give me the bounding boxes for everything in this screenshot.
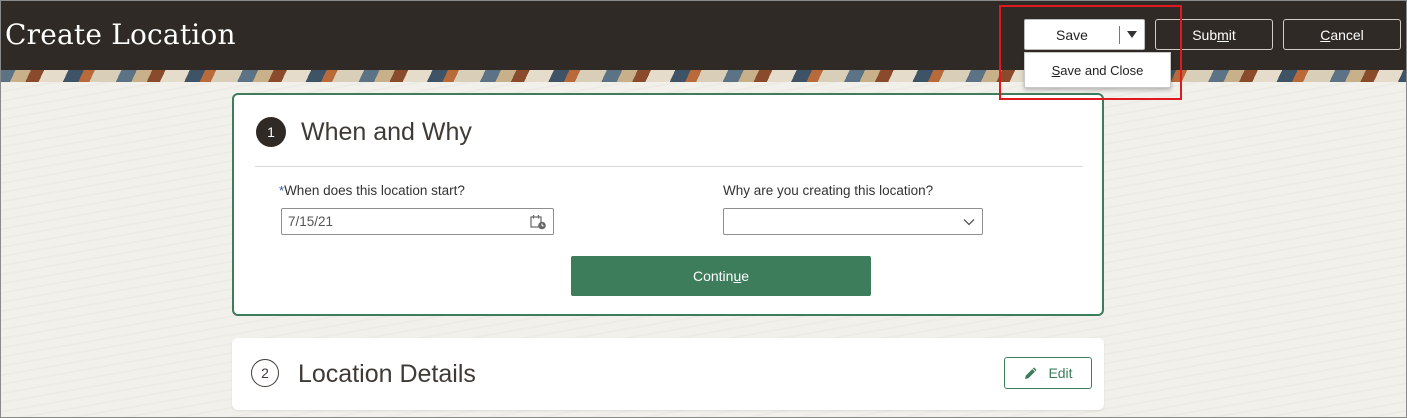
chevron-down-icon: [963, 218, 975, 225]
section-when-and-why: 1 When and Why *When does this location …: [232, 93, 1104, 316]
caret-down-icon: [1127, 30, 1137, 38]
edit-button-label: Edit: [1048, 365, 1073, 381]
pencil-icon: [1025, 367, 1038, 379]
section-title-when-and-why: When and Why: [301, 118, 472, 146]
continue-button[interactable]: Continue: [571, 256, 871, 296]
section-divider: [255, 166, 1083, 167]
reason-select[interactable]: [723, 208, 983, 235]
page-header: Create Location Save Submit Cancel: [0, 0, 1407, 70]
step-number-2: 2: [251, 359, 279, 387]
start-date-label: *When does this location start?: [279, 183, 465, 198]
cancel-button[interactable]: Cancel: [1283, 19, 1401, 50]
save-split-button[interactable]: Save: [1024, 19, 1145, 50]
decorative-banner: [0, 70, 1407, 82]
edit-button[interactable]: Edit: [1004, 357, 1092, 389]
save-and-close-menu-item[interactable]: Save and Close: [1024, 52, 1171, 88]
reason-label: Why are you creating this location?: [723, 183, 934, 198]
step-number-1: 1: [256, 117, 286, 147]
start-date-value: 7/15/21: [288, 214, 334, 229]
section-title-location-details: Location Details: [298, 360, 476, 388]
submit-button[interactable]: Submit: [1155, 19, 1273, 50]
page-title: Create Location: [5, 18, 236, 51]
calendar-icon[interactable]: [530, 214, 547, 230]
section-location-details: 2 Location Details Edit: [232, 338, 1104, 410]
save-button[interactable]: Save: [1025, 20, 1119, 49]
save-menu-toggle[interactable]: [1120, 20, 1144, 49]
start-date-input[interactable]: 7/15/21: [281, 208, 554, 235]
